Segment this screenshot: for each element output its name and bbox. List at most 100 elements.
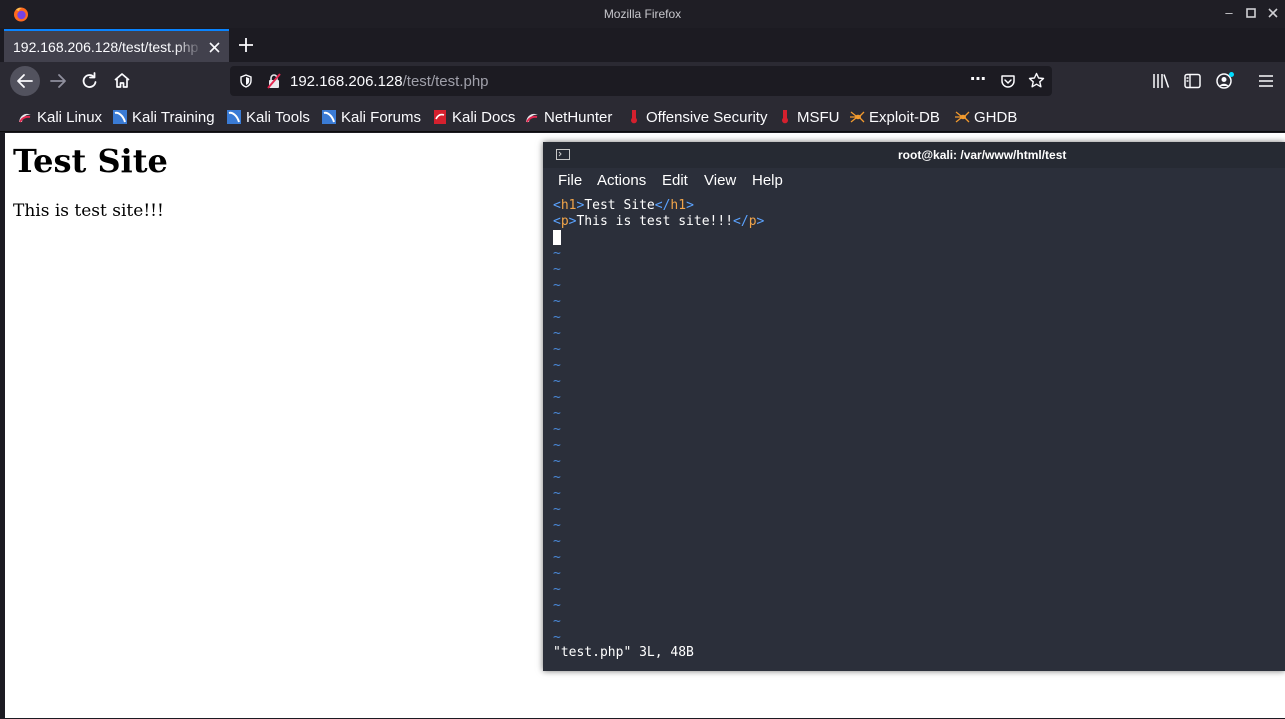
bookmarks-toolbar: Kali Linux Kali Training Kali Tools Kali…: [0, 100, 1285, 132]
sidebar-icon[interactable]: [1184, 73, 1201, 89]
tilde-marker: ~: [553, 470, 561, 485]
terminal-icon: [556, 149, 570, 160]
tracking-protection-shield-icon[interactable]: [239, 74, 253, 88]
menu-help[interactable]: Help: [752, 172, 783, 189]
tilde-marker: ~: [553, 406, 561, 421]
tilde-marker: ~: [553, 278, 561, 293]
maximize-icon[interactable]: [1243, 5, 1259, 21]
kali-docs-icon: [434, 110, 446, 124]
menu-actions[interactable]: Actions: [597, 172, 646, 189]
back-button[interactable]: [10, 66, 40, 96]
tilde-marker: ~: [553, 390, 561, 405]
tab-strip: 192.168.206.128/test/test.php: [0, 28, 1285, 62]
tilde-marker: ~: [553, 294, 561, 309]
forward-arrow-icon: [50, 74, 66, 88]
bookmark-label: Kali Training: [132, 108, 215, 126]
bookmark-kali-tools[interactable]: Kali Tools: [226, 107, 310, 127]
tilde-marker: ~: [553, 614, 561, 629]
page-heading: Test Site: [13, 142, 168, 180]
kali-forums-icon: [322, 110, 336, 124]
code-line: <p>This is test site!!!</p>: [553, 214, 765, 229]
url-path: /test/test.php: [402, 73, 489, 90]
account-icon[interactable]: [1215, 71, 1235, 91]
page-actions-menu-icon[interactable]: ⋯: [970, 69, 987, 89]
url-text[interactable]: 192.168.206.128/test/test.php: [290, 73, 489, 90]
cursor-line: [553, 230, 1278, 246]
new-tab-button[interactable]: [236, 32, 256, 59]
msfu-icon: [782, 110, 788, 124]
text-cursor: [553, 230, 561, 245]
reload-button[interactable]: [75, 66, 105, 96]
tilde-marker: ~: [553, 358, 561, 373]
terminal-titlebar[interactable]: root@kali: /var/www/html/test: [543, 142, 1285, 168]
page-paragraph: This is test site!!!: [13, 201, 164, 221]
back-arrow-icon: [17, 74, 33, 88]
bookmark-exploit-db[interactable]: Exploit-DB: [849, 107, 940, 127]
tilde-marker: ~: [553, 582, 561, 597]
tilde-marker: ~: [553, 630, 561, 645]
tilde-marker: ~: [553, 454, 561, 469]
exploitdb-icon: [850, 111, 865, 123]
vim-status-line: "test.php" 3L, 48B: [553, 645, 694, 660]
menu-edit[interactable]: Edit: [662, 172, 688, 189]
tab-close-icon[interactable]: [209, 37, 220, 58]
tilde-marker: ~: [553, 262, 561, 277]
ghdb-icon: [955, 111, 970, 123]
bookmark-kali-linux[interactable]: Kali Linux: [17, 107, 102, 127]
tilde-marker: ~: [553, 486, 561, 501]
vim-editor-buffer[interactable]: <h1>Test Site</h1> <p>This is test site!…: [553, 198, 1278, 658]
tilde-marker: ~: [553, 310, 561, 325]
bookmark-label: Exploit-DB: [869, 108, 940, 126]
tab-label: 192.168.206.128/test/test.php: [13, 39, 199, 55]
menu-file[interactable]: File: [558, 172, 582, 189]
terminal-window[interactable]: root@kali: /var/www/html/test File Actio…: [543, 142, 1285, 671]
bookmark-label: Kali Linux: [37, 108, 103, 126]
tilde-marker: ~: [553, 518, 561, 533]
bookmark-kali-docs[interactable]: Kali Docs: [432, 107, 515, 127]
hamburger-menu-icon[interactable]: [1258, 74, 1274, 88]
insecure-connection-lock-icon[interactable]: [266, 73, 282, 89]
home-button[interactable]: [107, 66, 137, 96]
tilde-marker: ~: [553, 438, 561, 453]
minimize-icon[interactable]: –: [1221, 5, 1237, 20]
bookmark-label: MSFU: [797, 108, 840, 126]
tilde-marker: ~: [553, 566, 561, 581]
pocket-icon[interactable]: [1000, 73, 1016, 89]
terminal-menubar: File Actions Edit View Help: [543, 168, 1285, 194]
menu-view[interactable]: View: [704, 172, 736, 189]
tilde-marker: ~: [553, 550, 561, 565]
bookmark-label: Kali Forums: [341, 108, 422, 126]
bookmark-nethunter[interactable]: NetHunter: [524, 107, 612, 127]
bookmark-label: Offensive Security: [646, 108, 768, 126]
bookmark-offensive-security[interactable]: Offensive Security: [626, 107, 767, 127]
home-icon: [114, 73, 130, 88]
close-icon[interactable]: [1265, 5, 1281, 21]
bookmark-label: Kali Tools: [246, 108, 310, 126]
bookmark-kali-forums[interactable]: Kali Forums: [321, 107, 421, 127]
tilde-marker: ~: [553, 326, 561, 341]
forward-button[interactable]: [43, 66, 73, 96]
kali-training-icon: [113, 110, 127, 124]
url-bar[interactable]: 192.168.206.128/test/test.php ⋯: [230, 66, 1052, 96]
reload-icon: [82, 72, 97, 88]
bookmark-msfu[interactable]: MSFU: [777, 107, 840, 127]
tilde-marker: ~: [553, 598, 561, 613]
bookmark-star-icon[interactable]: [1028, 72, 1045, 89]
navigation-toolbar: 192.168.206.128/test/test.php ⋯: [0, 62, 1285, 100]
bookmark-ghdb[interactable]: GHDB: [954, 107, 1017, 127]
kali-icon: [19, 113, 31, 123]
tilde-marker: ~: [553, 246, 561, 261]
offsec-icon: [631, 110, 637, 124]
tilde-marker: ~: [553, 422, 561, 437]
nethunter-icon: [526, 113, 538, 123]
tilde-marker: ~: [553, 374, 561, 389]
tab-active[interactable]: 192.168.206.128/test/test.php: [4, 29, 229, 62]
url-host: 192.168.206.128: [290, 73, 403, 90]
window-title: Mozilla Firefox: [603, 7, 682, 21]
empty-line-markers: ~ ~ ~ ~ ~ ~ ~ ~ ~ ~ ~ ~ ~ ~ ~ ~ ~ ~ ~ ~ ~ ~ ~ ~ ~: [553, 246, 1278, 646]
bookmark-label: NetHunter: [544, 108, 613, 126]
library-icon[interactable]: [1152, 73, 1170, 89]
bookmark-label: GHDB: [974, 108, 1018, 126]
tilde-marker: ~: [553, 534, 561, 549]
bookmark-kali-training[interactable]: Kali Training: [112, 107, 215, 127]
